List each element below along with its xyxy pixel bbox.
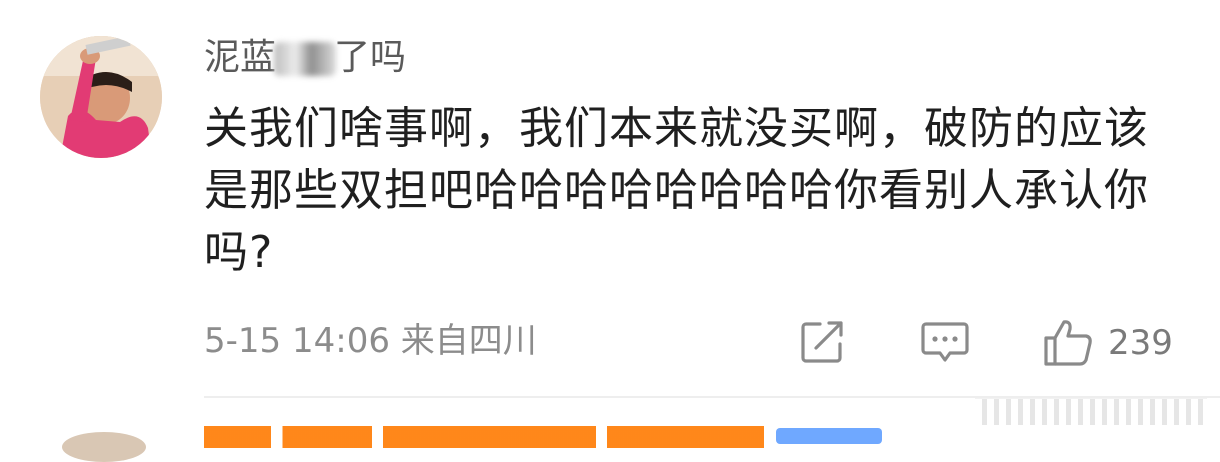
username[interactable]: 泥蓝 了吗 [204,34,406,82]
avatar[interactable] [40,36,162,158]
scroll-indicator [975,398,1207,425]
comment-icon [921,322,969,362]
thumbs-up-icon [1044,320,1092,366]
comment-meta: 5-15 14:06 来自四川 [204,316,537,366]
like-count: 239 [1108,323,1173,363]
like-button[interactable]: 239 [1042,318,1173,368]
next-username[interactable] [204,426,764,448]
timestamp: 5-15 14:06 [204,321,390,361]
repost-button[interactable] [798,318,846,366]
avatar-image [40,36,162,158]
username-redaction [274,42,337,76]
comment-text: 关我们啥事啊，我们本来就没买啊，破防的应该是那些双担吧哈哈哈哈哈哈哈哈你看别人承… [204,103,1149,278]
repost-icon [801,321,843,363]
username-text-start: 泥蓝 [204,37,277,78]
next-user-badge [776,428,882,444]
username-text-end: 了吗 [334,37,407,78]
reply-button[interactable] [920,318,970,366]
location: 来自四川 [400,321,537,361]
next-avatar[interactable] [62,432,146,462]
